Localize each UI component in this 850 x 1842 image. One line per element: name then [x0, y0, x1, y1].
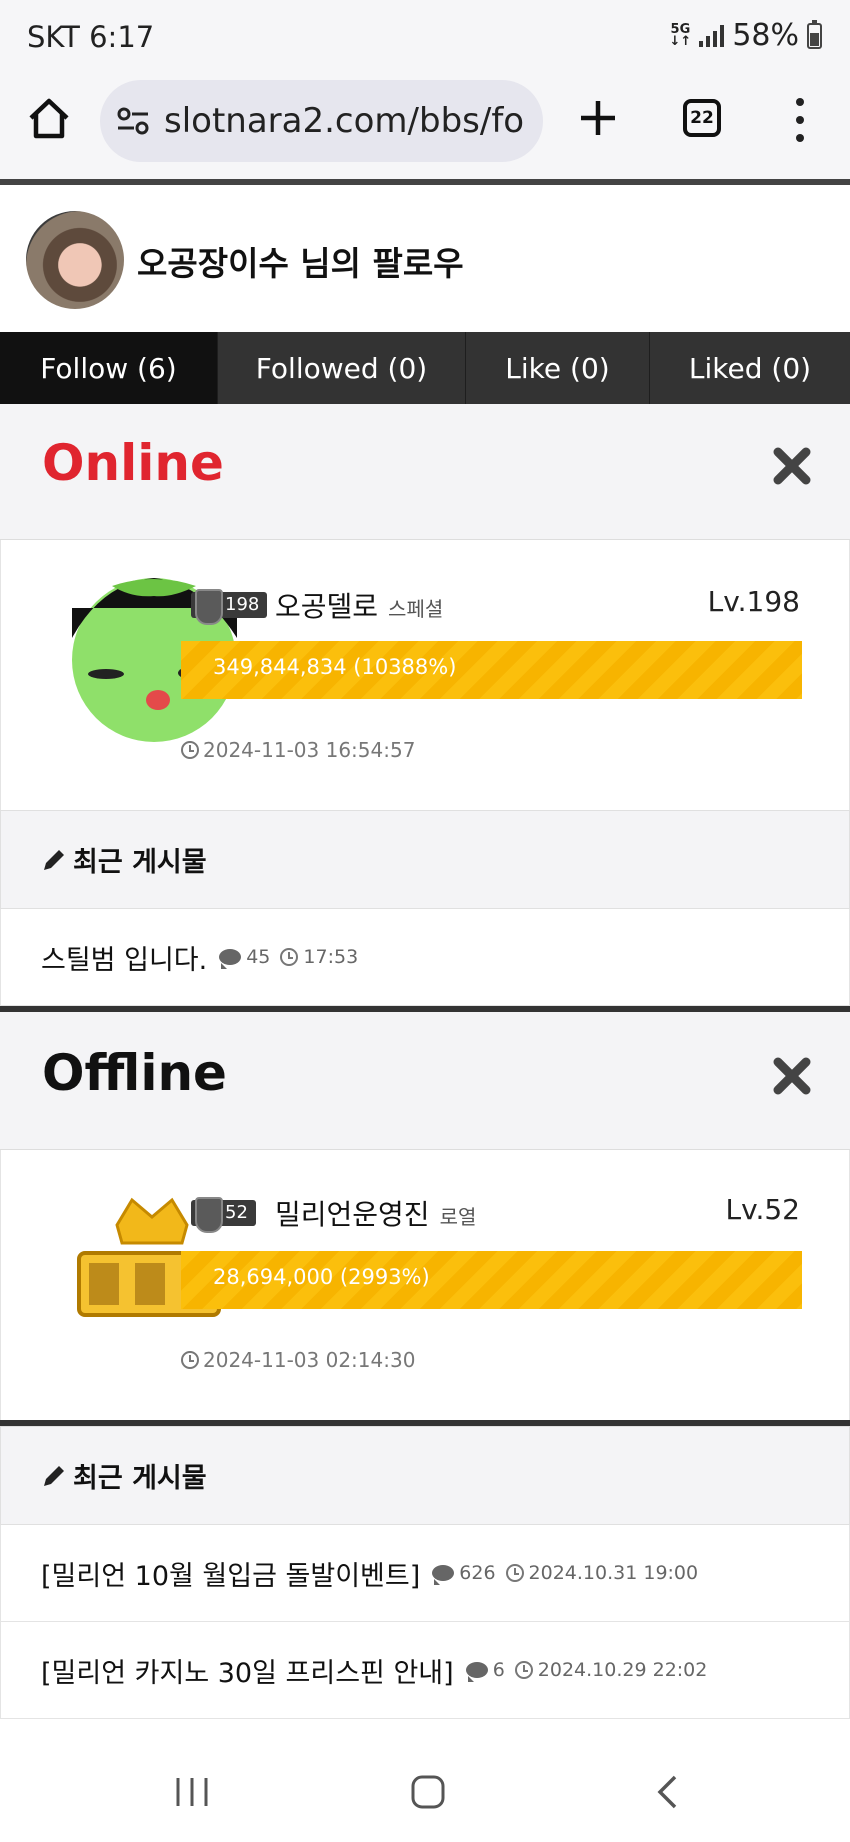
battery-percent: 58% — [732, 18, 799, 53]
online-section-header: Online — [0, 404, 850, 540]
post-title[interactable]: [밀리언 카지노 30일 프리스핀 안내] — [41, 1651, 454, 1690]
carrier-time: SKT 6:17 — [27, 20, 155, 54]
site-settings-icon[interactable] — [116, 104, 150, 138]
tab-like[interactable]: Like (0) — [466, 332, 650, 404]
profile-header: 오공장이수 님의 팔로우 — [0, 185, 850, 332]
tab-switcher-button[interactable]: 22 — [683, 99, 721, 137]
post-title[interactable]: [밀리언 10월 월입금 돌발이벤트] — [41, 1554, 420, 1593]
exp-text: 349,844,834 (10388%) — [213, 655, 457, 679]
comment-count: 6 — [465, 1659, 505, 1682]
pencil-icon — [44, 1465, 64, 1486]
last-seen: 2024-11-03 16:54:57 — [181, 738, 415, 762]
exp-progress-bar: 28,694,000 (2993%) — [181, 1251, 802, 1309]
clock-icon — [280, 948, 299, 966]
tab-follow[interactable]: Follow (6) — [0, 332, 218, 404]
list-item[interactable]: [밀리언 카지노 30일 프리스핀 안내] 6 2024.10.29 22:02 — [0, 1622, 850, 1719]
member-level: Lv.52 — [725, 1193, 800, 1226]
last-seen-text: 2024-11-03 16:54:57 — [203, 738, 416, 762]
comment-icon — [432, 1565, 455, 1585]
member-name[interactable]: 오공델로 스페셜 — [275, 585, 443, 625]
offline-section-header: Offline — [0, 1012, 850, 1150]
signal-icon — [699, 24, 725, 47]
comment-icon — [465, 1662, 488, 1682]
member-name-text[interactable]: 밀리언운영진 — [275, 1198, 430, 1231]
list-item[interactable]: [밀리언 10월 월입금 돌발이벤트] 626 2024.10.31 19:00 — [0, 1525, 850, 1622]
recent-posts-title: 최근 게시물 — [73, 1463, 207, 1494]
close-icon[interactable] — [772, 1056, 812, 1096]
member-grade: 로열 — [439, 1205, 477, 1229]
last-seen: 2024-11-03 02:14:30 — [181, 1348, 415, 1372]
avatar — [26, 211, 124, 309]
new-tab-icon[interactable] — [578, 98, 618, 138]
recent-posts-header: 최근 게시물 — [0, 1426, 850, 1525]
clock-icon — [181, 741, 199, 759]
home-nav-icon[interactable] — [408, 1772, 448, 1812]
level-badge: 198 — [191, 589, 268, 625]
post-time: 17:53 — [280, 946, 358, 968]
page-title: 오공장이수 님의 팔로우 — [137, 244, 464, 283]
member-card-online: 198 오공델로 스페셜 Lv.198 349,844,834 (10388%) … — [0, 540, 850, 810]
more-menu-icon[interactable] — [790, 98, 810, 142]
exp-text: 28,694,000 (2993%) — [213, 1265, 430, 1289]
comment-icon — [219, 949, 242, 969]
tab-bar: Follow (6) Followed (0) Like (0) Liked (… — [0, 332, 850, 404]
tab-liked[interactable]: Liked (0) — [650, 332, 850, 404]
member-grade: 스페셜 — [388, 597, 444, 621]
exp-progress-bar: 349,844,834 (10388%) — [181, 641, 802, 699]
clock-icon — [505, 1564, 524, 1582]
member-name[interactable]: 밀리언운영진 로열 — [275, 1193, 476, 1233]
recent-posts-title: 최근 게시물 — [73, 847, 207, 878]
back-icon[interactable] — [648, 1772, 688, 1812]
offline-title: Offline — [42, 1044, 227, 1102]
home-icon[interactable] — [26, 96, 72, 142]
post-time: 2024.10.31 19:00 — [505, 1562, 698, 1584]
status-bar: SKT 6:17 5G ↓↑ 58% — [0, 0, 850, 74]
post-time: 2024.10.29 22:02 — [514, 1659, 707, 1681]
level-badge: 52 — [191, 1197, 256, 1233]
list-item[interactable]: 스틸범 입니다. 45 17:53 — [0, 909, 850, 1006]
tab-followed[interactable]: Followed (0) — [218, 332, 466, 404]
network-5g-icon: 5G ↓↑ — [669, 21, 692, 49]
pencil-icon — [44, 849, 64, 870]
comment-count: 626 — [432, 1562, 496, 1585]
clock-icon — [514, 1661, 533, 1679]
member-card-offline: 52 밀리언운영진 로열 Lv.52 28,694,000 (2993%) 202… — [0, 1150, 850, 1420]
online-title: Online — [42, 434, 224, 492]
last-seen-text: 2024-11-03 02:14:30 — [203, 1348, 416, 1372]
close-icon[interactable] — [772, 446, 812, 486]
battery-icon — [807, 19, 822, 49]
post-title[interactable]: 스틸범 입니다. — [41, 938, 207, 977]
clock-icon — [181, 1351, 199, 1369]
recent-posts-header: 최근 게시물 — [0, 810, 850, 909]
browser-toolbar: slotnara2.com/bbs/fo 22 — [0, 74, 850, 179]
member-name-text[interactable]: 오공델로 — [275, 590, 378, 623]
system-nav-bar — [0, 1742, 850, 1842]
url-text: slotnara2.com/bbs/fo — [164, 101, 525, 141]
comment-count: 45 — [219, 946, 270, 969]
recent-apps-icon[interactable] — [172, 1772, 212, 1812]
url-bar[interactable]: slotnara2.com/bbs/fo — [100, 80, 543, 162]
member-level: Lv.198 — [707, 585, 800, 618]
